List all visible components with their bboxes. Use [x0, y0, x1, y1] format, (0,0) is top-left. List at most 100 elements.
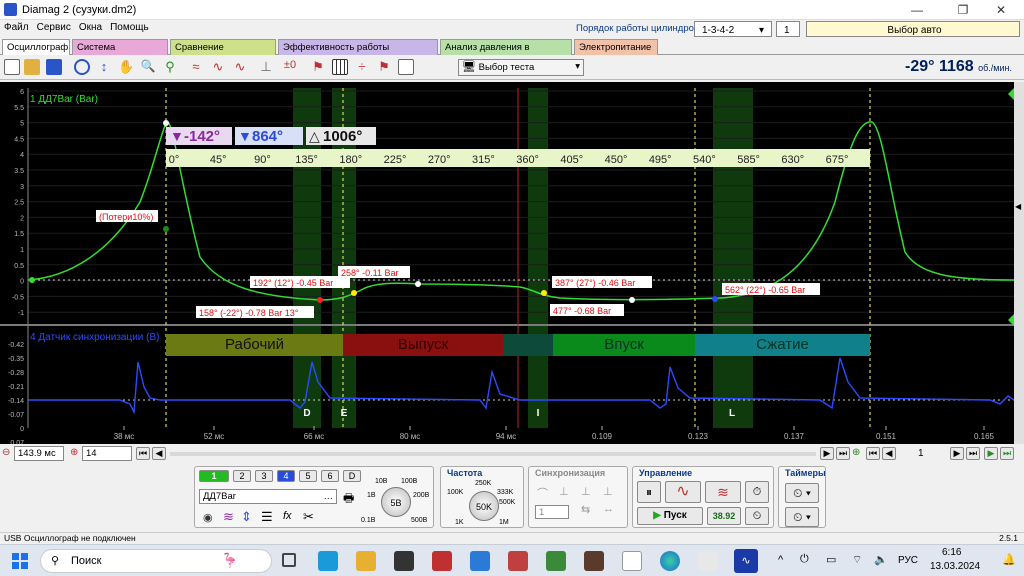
- tab-cyl-efficiency[interactable]: Эффективность работы цилиндров: [278, 39, 438, 68]
- channel-select[interactable]: 14: [82, 446, 132, 461]
- marker-icon[interactable]: ⚑: [310, 59, 326, 75]
- menu-file[interactable]: Файл: [0, 20, 33, 35]
- app-icon[interactable]: [698, 551, 718, 571]
- add-icon[interactable]: ⊕: [852, 447, 860, 458]
- vertical-scrollbar[interactable]: ◀: [1014, 82, 1024, 444]
- edge-icon[interactable]: [660, 551, 680, 571]
- sync-mode-icon[interactable]: ⊥: [603, 485, 613, 498]
- channel-d-button[interactable]: D: [343, 470, 361, 482]
- marker-point[interactable]: [317, 297, 323, 303]
- timer-2-icon[interactable]: ⏲ ▾: [785, 507, 819, 527]
- page-last-icon[interactable]: ⏭: [966, 447, 980, 460]
- marker-point[interactable]: [163, 120, 169, 126]
- prev-icon[interactable]: ◀: [152, 447, 166, 460]
- close-icon[interactable]: ✕: [978, 0, 1024, 20]
- auto-select[interactable]: Выбор авто: [806, 21, 1020, 37]
- marker-point[interactable]: [163, 226, 169, 232]
- wave-settings-icon[interactable]: ≋: [223, 509, 234, 525]
- diamag-icon[interactable]: ∿: [734, 549, 758, 573]
- flag-icon[interactable]: ⚑: [376, 59, 392, 75]
- start-button[interactable]: ▶ Пуск: [637, 507, 703, 525]
- oscilloscope-view[interactable]: 0° 45° 90° 135° 180° 225° 270° 315° 360° 405° 450°…: [0, 82, 1015, 461]
- app-icon[interactable]: [394, 551, 414, 571]
- printer-icon[interactable]: 🖶: [343, 489, 354, 510]
- sine-icon[interactable]: ∿: [665, 481, 701, 503]
- wifi-icon[interactable]: ⌔: [852, 553, 862, 567]
- marker-point[interactable]: [541, 290, 547, 296]
- volume-icon[interactable]: 🔈: [874, 553, 888, 566]
- auto-icon[interactable]: ⏱: [745, 481, 769, 503]
- volt-knob[interactable]: 5В: [381, 487, 411, 517]
- marker-point[interactable]: [712, 296, 718, 302]
- list-icon[interactable]: ☰: [261, 509, 273, 525]
- new-file-icon[interactable]: [4, 59, 20, 75]
- channel-2-button[interactable]: 2: [233, 470, 251, 482]
- page-prev-icon[interactable]: ◀: [882, 447, 896, 460]
- arrow-left-icon[interactable]: ◀: [1015, 202, 1023, 211]
- zoom-out-icon[interactable]: ⊖: [2, 447, 10, 458]
- vertical-scale-icon[interactable]: ↕: [96, 59, 112, 75]
- app-icon[interactable]: [622, 551, 642, 571]
- play-all-icon[interactable]: ⏭: [1000, 447, 1014, 460]
- pause-icon[interactable]: ⏸: [637, 481, 661, 503]
- language-indicator[interactable]: РУС: [898, 555, 918, 566]
- start-icon[interactable]: [12, 553, 28, 569]
- auto-scale-icon[interactable]: [74, 59, 90, 75]
- page-first-icon[interactable]: ⏮: [866, 447, 880, 460]
- wave-icon[interactable]: ∿: [210, 59, 226, 75]
- marker-point[interactable]: [629, 297, 635, 303]
- tab-power[interactable]: Электропитание: [574, 39, 658, 55]
- app-icon[interactable]: [584, 551, 604, 571]
- timer-icon[interactable]: ⏲ ▾: [785, 483, 819, 503]
- probe-icon[interactable]: ◉: [203, 511, 213, 524]
- trigger-icon[interactable]: ⊥: [258, 59, 274, 75]
- cursor-icon[interactable]: ⚲: [162, 59, 178, 75]
- app-icon[interactable]: [318, 551, 338, 571]
- auto-timer-icon[interactable]: ⏲: [745, 507, 769, 525]
- tray-icon[interactable]: ⏻: [800, 553, 809, 566]
- sync-select[interactable]: 1: [535, 505, 569, 519]
- marker-point[interactable]: [351, 290, 357, 296]
- function-icon[interactable]: fx: [283, 510, 292, 522]
- notification-icon[interactable]: 🔔: [1002, 553, 1016, 566]
- tab-ignition[interactable]: Система зажигания: [72, 39, 168, 68]
- hand-pan-icon[interactable]: ✋: [118, 59, 134, 75]
- scale-icon[interactable]: ⇕: [241, 509, 252, 525]
- sync-arrows-icon[interactable]: ⇆: [581, 503, 590, 516]
- timebase-select[interactable]: 143.9 мс: [14, 446, 64, 461]
- menu-windows[interactable]: Окна: [75, 20, 106, 35]
- cyl-number-select[interactable]: 1: [776, 21, 800, 37]
- menu-service[interactable]: Сервис: [33, 20, 75, 35]
- zoom-icon[interactable]: 🔍: [140, 59, 156, 75]
- tab-cyl-compare[interactable]: Сравнение цилиндров: [170, 39, 276, 68]
- tab-pressure[interactable]: Анализ давления в цилиндре: [440, 39, 572, 68]
- task-view-icon[interactable]: [282, 553, 296, 567]
- explorer-icon[interactable]: [356, 551, 376, 571]
- channel-5-button[interactable]: 5: [299, 470, 317, 482]
- report-icon[interactable]: [398, 59, 414, 75]
- app-icon[interactable]: [432, 551, 452, 571]
- sync-edge-icon[interactable]: ⊥: [559, 485, 569, 498]
- split-icon[interactable]: ÷: [354, 59, 370, 75]
- channel-3-button[interactable]: 3: [255, 470, 273, 482]
- noise-icon[interactable]: ≋: [705, 481, 741, 503]
- cyl-order-select[interactable]: 1-3-4-2 ▾: [694, 21, 772, 37]
- last-icon[interactable]: ⏭: [836, 447, 850, 460]
- sync-expand-icon[interactable]: ↔: [603, 503, 614, 515]
- tools-icon[interactable]: ✂: [303, 509, 314, 525]
- sync-fall-icon[interactable]: ⊥: [581, 485, 591, 498]
- page-next-icon[interactable]: ▶: [950, 447, 964, 460]
- marker-point[interactable]: [415, 281, 421, 287]
- signal-icon[interactable]: ∿: [232, 59, 248, 75]
- save-icon[interactable]: [46, 59, 62, 75]
- channel-4-button[interactable]: 4: [277, 470, 295, 482]
- app-icon[interactable]: [470, 551, 490, 571]
- filter-icon[interactable]: ≈: [188, 59, 204, 75]
- next-icon[interactable]: ▶: [820, 447, 834, 460]
- channel-6-button[interactable]: 6: [321, 470, 339, 482]
- play-icon[interactable]: ▶: [984, 447, 998, 460]
- zero-icon[interactable]: ±0: [282, 59, 298, 75]
- menu-help[interactable]: Помощь: [106, 20, 153, 35]
- open-folder-icon[interactable]: [24, 59, 40, 75]
- sync-rise-icon[interactable]: ⌒: [537, 485, 548, 501]
